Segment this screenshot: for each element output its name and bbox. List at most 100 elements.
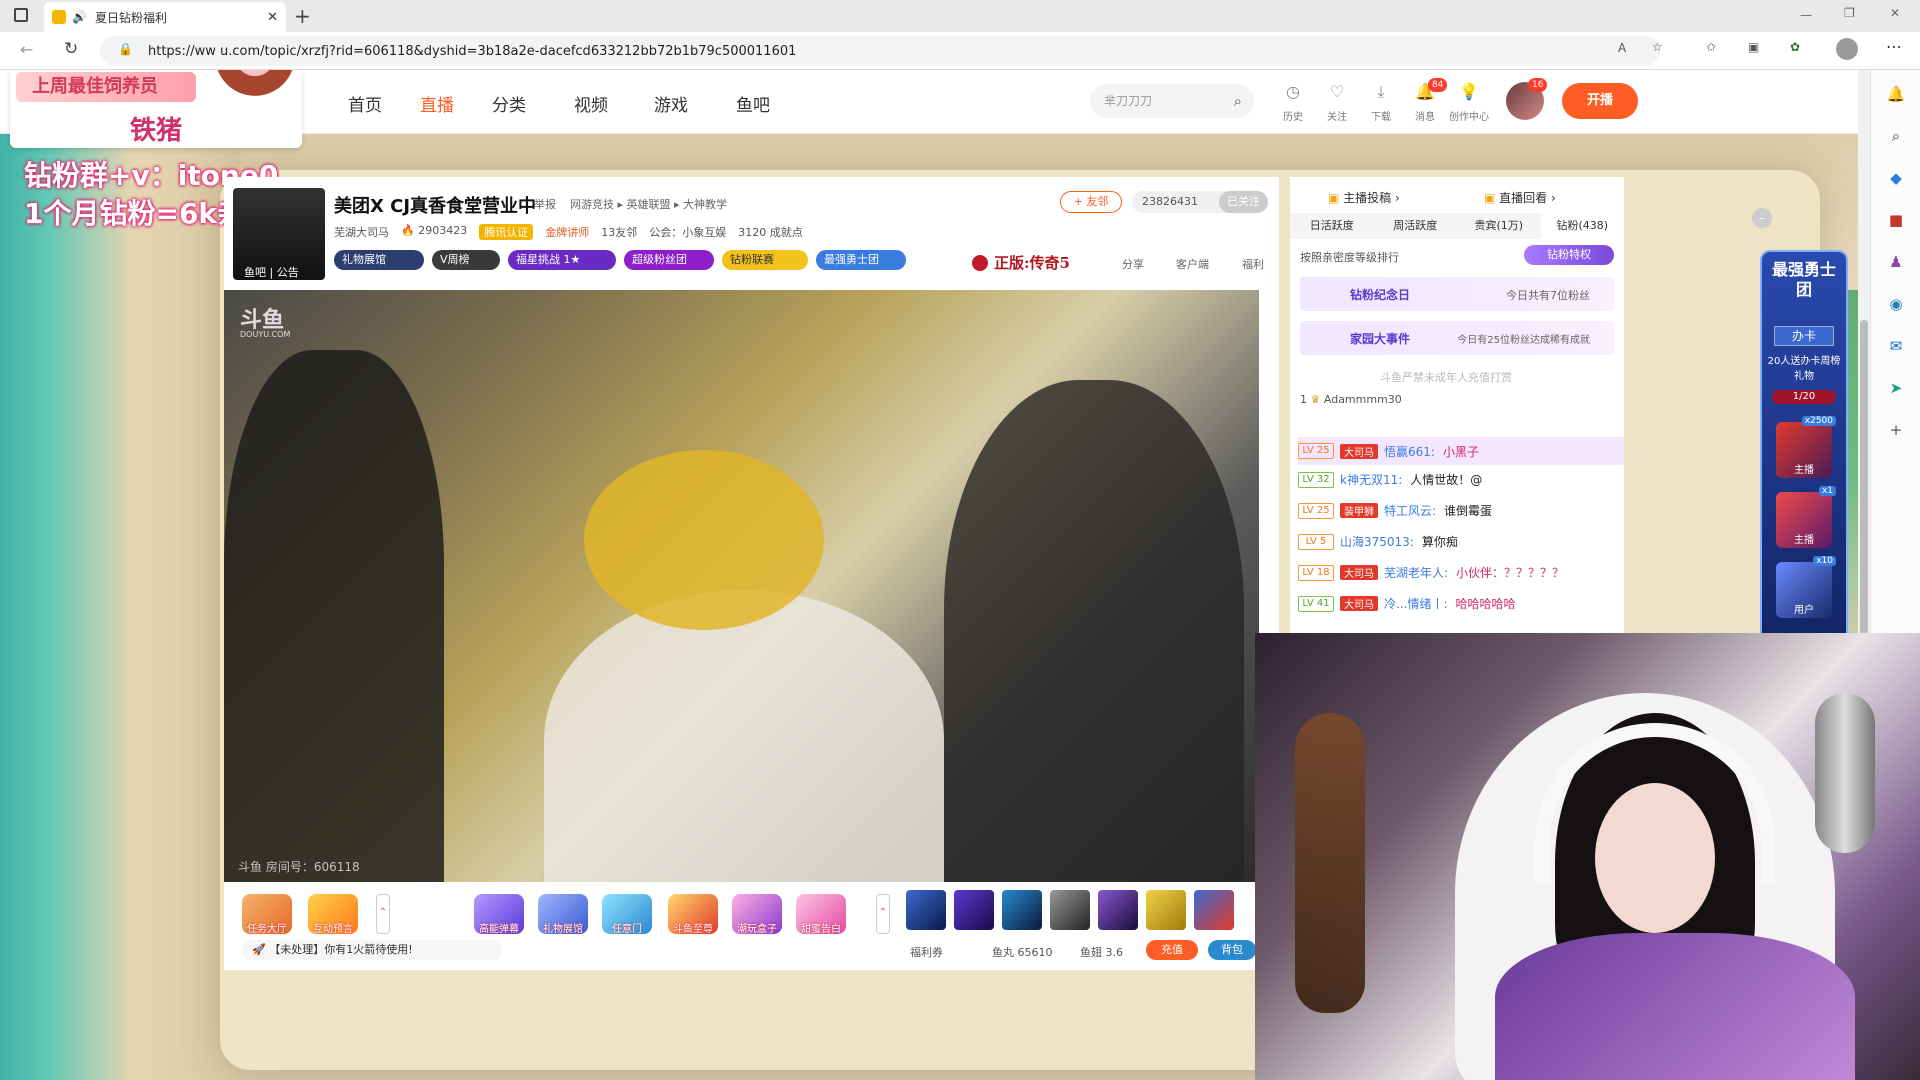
toolbox-icon[interactable]: ■ — [1886, 210, 1906, 230]
widget-collapse-icon[interactable]: – — [1752, 208, 1772, 228]
send-icon[interactable]: ➤ — [1886, 378, 1906, 398]
minimize-icon[interactable]: — — [1800, 8, 1812, 22]
expand-right-icon[interactable]: ⌃ — [876, 894, 890, 934]
tag-warrior[interactable]: 最强勇士团 — [816, 250, 906, 270]
chat-user[interactable]: 山海375013: — [1340, 533, 1414, 550]
creator-label[interactable]: 创作中心 — [1446, 108, 1492, 123]
chat-user[interactable]: k神无双11: — [1340, 471, 1402, 488]
tag-diamond-league[interactable]: 钻粉联赛 — [722, 250, 808, 270]
search-icon[interactable]: ⌕ — [1234, 84, 1242, 118]
tab-vip[interactable]: 贵宾(1万) — [1457, 213, 1541, 239]
nav-home[interactable]: 首页 — [348, 91, 382, 116]
report-link[interactable]: 举报 — [534, 196, 556, 212]
creator-icon[interactable]: 💡 — [1452, 82, 1486, 101]
fuli-link[interactable]: 福利券 — [910, 944, 943, 960]
url-input[interactable]: 🔒 https://ww u.com/topic/xrzfj?rid=60611… — [100, 36, 1660, 66]
tab-submission[interactable]: ▣ 主播投稿 › — [1328, 189, 1400, 206]
start-stream-button[interactable]: 开播 — [1562, 83, 1638, 119]
search-icon[interactable]: ⌕ — [1886, 126, 1906, 146]
nav-game[interactable]: 游戏 — [654, 91, 688, 116]
add-icon[interactable]: + — [1886, 420, 1906, 440]
history-icon[interactable]: ◷ — [1276, 82, 1310, 101]
chat-user[interactable]: 芜湖老年人: — [1384, 564, 1448, 581]
room-category[interactable]: 网游竞技 ▸ 英雄联盟 ▸ 大神教学 — [570, 196, 727, 212]
notification-icon[interactable]: 🔔 — [1886, 84, 1906, 104]
gift-item-1[interactable] — [906, 890, 946, 930]
gift-item-4[interactable] — [1050, 890, 1090, 930]
profile-icon[interactable] — [1836, 38, 1858, 60]
message-label[interactable]: 消息 — [1408, 108, 1442, 123]
streamer-name[interactable]: 芜湖大司马 — [334, 224, 389, 240]
copilot-icon[interactable]: ◉ — [1886, 294, 1906, 314]
tab-close-icon[interactable]: ✕ — [267, 10, 278, 25]
nav-video[interactable]: 视频 — [574, 91, 608, 116]
friends-count[interactable]: 13友邻 — [601, 224, 637, 240]
events-card[interactable]: 家园大事件 今日有25位粉丝达成稀有成就 — [1300, 321, 1614, 355]
tab-replay[interactable]: ▣ 直播回看 › — [1484, 189, 1556, 206]
tag-gift-hall[interactable]: 礼物展馆 — [334, 250, 424, 270]
video-player[interactable]: 斗鱼 DOUYU.COM 斗鱼 房间号：606118 — [224, 290, 1259, 882]
bag-button[interactable]: 背包 — [1208, 940, 1256, 960]
avatar-caption[interactable]: 鱼吧 | 公告 — [244, 264, 299, 280]
follow-count-box[interactable]: 23826431 已关注 — [1132, 191, 1268, 213]
follow-label[interactable]: 关注 — [1320, 108, 1354, 123]
gift-item-7[interactable] — [1194, 890, 1234, 930]
gift-item-3[interactable] — [1002, 890, 1042, 930]
guild-name[interactable]: 公会：小象互娱 — [649, 224, 726, 240]
client-link[interactable]: 客户端 — [1176, 256, 1209, 272]
browser-tab[interactable]: 🔊 夏日钻粉福利 ✕ — [44, 2, 286, 32]
rank1-name[interactable]: Adammmm30 — [1324, 393, 1402, 406]
welfare-link[interactable]: 福利 — [1242, 256, 1264, 272]
read-aloud-icon[interactable]: A — [1618, 41, 1626, 55]
nav-live[interactable]: 直播 — [420, 91, 454, 116]
window-close-icon[interactable]: ✕ — [1890, 6, 1900, 20]
tag-super-fan[interactable]: 超级粉丝团 — [624, 250, 714, 270]
back-icon[interactable]: ← — [20, 40, 33, 59]
collections-icon[interactable]: ▣ — [1748, 40, 1759, 54]
new-tab-icon[interactable]: + — [294, 4, 311, 28]
nav-yuba[interactable]: 鱼吧 — [736, 91, 770, 116]
tab-actions-icon[interactable] — [14, 8, 28, 22]
more-icon[interactable]: ⋯ — [1886, 37, 1902, 56]
friend-button[interactable]: + 友邻 — [1060, 191, 1122, 213]
chat-user[interactable]: 悟赢661: — [1384, 443, 1435, 460]
memorial-card[interactable]: 钻粉纪念日 今日共有7位粉丝 — [1300, 277, 1614, 311]
tag-lucky-star[interactable]: 福星挑战 1★ — [508, 250, 616, 270]
chat-user[interactable]: 冷...情绪丨: — [1384, 595, 1448, 612]
extensions-icon[interactable]: ✿ — [1790, 40, 1800, 54]
recharge-button[interactable]: 充值 — [1146, 940, 1198, 960]
download-label[interactable]: 下载 — [1364, 108, 1398, 123]
chat-user[interactable]: 特工风云: — [1384, 502, 1436, 519]
tab-daily[interactable]: 日活跃度 — [1290, 213, 1374, 239]
game-ad[interactable]: 正版:传奇5 — [972, 252, 1070, 273]
warrior-item-1[interactable]: x2500 主播 — [1776, 416, 1836, 478]
followed-label[interactable]: 已关注 — [1219, 191, 1268, 213]
warrior-card-button[interactable]: 办卡 — [1774, 326, 1834, 346]
warrior-item-3[interactable]: x10 用户 — [1776, 556, 1836, 618]
notice-pill[interactable]: 🚀 【未处理】你有1火箭待使用! — [242, 940, 502, 960]
tag-v-rank[interactable]: V周榜 — [432, 250, 500, 270]
outlook-icon[interactable]: ✉ — [1886, 336, 1906, 356]
speaker-icon[interactable]: 🔊 — [72, 10, 87, 24]
warrior-item-2[interactable]: x1 主播 — [1776, 486, 1836, 548]
history-label[interactable]: 历史 — [1276, 108, 1310, 123]
tab-diamond[interactable]: 钻粉(438) — [1540, 213, 1624, 239]
expand-left-icon[interactable]: ⌃ — [376, 894, 390, 934]
share-link[interactable]: 分享 — [1122, 256, 1144, 272]
follow-icon[interactable]: ♡ — [1320, 82, 1354, 101]
favorite-icon[interactable]: ☆ — [1652, 40, 1663, 54]
search-input[interactable]: 芈刀刀刀 ⌕ — [1090, 84, 1254, 118]
games-icon[interactable]: ♟ — [1886, 252, 1906, 272]
gift-item-5[interactable] — [1098, 890, 1138, 930]
gift-item-6[interactable] — [1146, 890, 1186, 930]
favorites-list-icon[interactable]: ✩ — [1706, 40, 1716, 54]
tag-icon[interactable]: ◆ — [1886, 168, 1906, 188]
tab-weekly[interactable]: 周活跃度 — [1374, 213, 1458, 239]
restore-icon[interactable]: ❐ — [1844, 6, 1855, 20]
nav-category[interactable]: 分类 — [492, 91, 526, 116]
achievement-points[interactable]: 3120 成就点 — [738, 224, 803, 240]
download-icon[interactable]: ⤓ — [1364, 82, 1398, 102]
gift-item-2[interactable] — [954, 890, 994, 930]
privilege-button[interactable]: 钻粉特权 — [1524, 245, 1614, 265]
refresh-icon[interactable]: ↻ — [64, 39, 78, 59]
